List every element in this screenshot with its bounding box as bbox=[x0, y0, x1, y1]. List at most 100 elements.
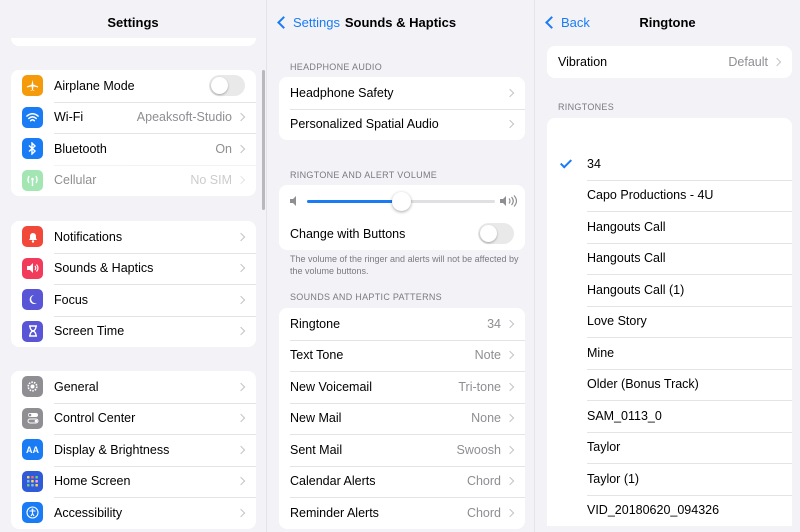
chevron-right-icon bbox=[505, 351, 515, 360]
ringtones-list: 34 Capo Productions - 4U Hangouts Call Hang… bbox=[547, 148, 792, 526]
pattern-row-new-voicemail[interactable]: New Voicemail Tri-tone bbox=[279, 371, 525, 403]
speaker-low-icon bbox=[290, 196, 296, 206]
ringtone-item[interactable]: Hangouts Call (1) bbox=[547, 274, 792, 306]
chevron-right-icon bbox=[236, 232, 246, 241]
ringtone-item[interactable]: Love Story bbox=[547, 305, 792, 338]
chevron-right-icon bbox=[236, 113, 246, 122]
ringtone-item[interactable]: Taylor bbox=[547, 431, 792, 464]
pattern-label: Ringtone bbox=[290, 316, 341, 331]
settings-row-label: Cellular bbox=[54, 173, 97, 188]
settings-row-label: Accessibility bbox=[54, 505, 123, 520]
pattern-label: Calendar Alerts bbox=[290, 474, 376, 489]
settings-row-display-and-brightness[interactable]: AA Display & Brightness bbox=[11, 434, 256, 466]
settings-row-label: Sounds & Haptics bbox=[54, 261, 154, 276]
chevron-right-icon bbox=[236, 382, 246, 391]
ringtone-item[interactable]: Older (Bonus Track) bbox=[547, 368, 792, 401]
volume-slider[interactable] bbox=[307, 192, 495, 211]
settings-row-label: Home Screen bbox=[54, 474, 131, 489]
settings-row-label: Notifications bbox=[54, 229, 123, 244]
settings-row-notifications[interactable]: Notifications bbox=[11, 221, 256, 253]
pattern-row-reminder-alerts[interactable]: Reminder Alerts Chord bbox=[279, 497, 525, 529]
pattern-label: Sent Mail bbox=[290, 442, 343, 457]
change-with-buttons-toggle[interactable] bbox=[478, 223, 514, 245]
volume-slider-row bbox=[279, 185, 525, 218]
pattern-row-calendar-alerts[interactable]: Calendar Alerts Chord bbox=[279, 465, 525, 498]
settings-row-label: Bluetooth bbox=[54, 141, 107, 156]
ringtone-item-label: 34 bbox=[587, 156, 601, 171]
vibration-group: Vibration Default bbox=[547, 46, 792, 78]
settings-row-label: General bbox=[54, 379, 99, 394]
ringtone-item[interactable]: Taylor (1) bbox=[547, 463, 792, 495]
settings-row-label: Wi-Fi bbox=[54, 110, 84, 125]
pattern-label: New Mail bbox=[290, 411, 342, 426]
back-button[interactable]: Back bbox=[541, 0, 590, 44]
settings-row-general[interactable]: General bbox=[11, 371, 256, 403]
volume-slider-fill bbox=[307, 200, 401, 203]
pattern-row-ringtone[interactable]: Ringtone 34 bbox=[279, 308, 525, 340]
connectivity-group: Airplane Mode Wi-Fi Apeaksoft-Studio Blueto… bbox=[11, 70, 256, 196]
speaker-high-icon bbox=[500, 195, 517, 207]
settings-top-group-edge bbox=[11, 38, 256, 46]
ringtones-top-spacer bbox=[547, 118, 792, 148]
settings-row-bluetooth[interactable]: Bluetooth On bbox=[11, 133, 256, 165]
settings-row-value: Apeaksoft-Studio bbox=[136, 110, 232, 125]
ringtone-item[interactable]: Mine bbox=[547, 337, 792, 369]
ringtone-item-label: Older (Bonus Track) bbox=[587, 377, 699, 392]
ringtone-item-label: Taylor bbox=[587, 440, 621, 455]
chevron-right-icon bbox=[236, 264, 246, 273]
settings-row-value: On bbox=[215, 141, 232, 156]
chevron-right-icon bbox=[505, 382, 515, 391]
vibration-row[interactable]: Vibration Default bbox=[547, 46, 792, 78]
settings-row-control-center[interactable]: Control Center bbox=[11, 402, 256, 435]
airplane-icon bbox=[22, 75, 43, 97]
sounds-pane: Settings Sounds & Haptics HEADPHONE AUDI… bbox=[266, 0, 534, 532]
ringtone-title: Ringtone bbox=[639, 14, 696, 30]
volume-footnote: The volume of the ringer and alerts will… bbox=[290, 254, 519, 276]
pattern-value: None bbox=[471, 411, 501, 426]
pattern-label: New Voicemail bbox=[290, 379, 372, 394]
switches-icon bbox=[22, 407, 43, 429]
settings-row-sounds-and-haptics[interactable]: Sounds & Haptics bbox=[11, 252, 256, 285]
settings-row-cellular[interactable]: Cellular No SIM bbox=[11, 164, 256, 197]
patterns-group: Ringtone 34 Text Tone Note New Voicemail Tri-… bbox=[279, 308, 525, 529]
chevron-right-icon bbox=[505, 477, 515, 486]
pattern-value: Chord bbox=[466, 474, 501, 489]
pattern-value: Chord bbox=[466, 505, 501, 520]
ringtone-item-label: Hangouts Call bbox=[587, 219, 666, 234]
ringtone-item[interactable]: Hangouts Call bbox=[547, 242, 792, 275]
chevron-right-icon bbox=[505, 414, 515, 423]
sounds-row-headphone-safety[interactable]: Headphone Safety bbox=[279, 77, 525, 109]
sounds-title: Sounds & Haptics bbox=[344, 14, 457, 30]
chevron-right-icon bbox=[236, 144, 246, 153]
accessibility-icon bbox=[22, 502, 43, 524]
ringtone-item[interactable]: Hangouts Call bbox=[547, 211, 792, 243]
ringtone-item[interactable]: SAM_0113_0 bbox=[547, 400, 792, 432]
sounds-row-personalized-spatial-audio[interactable]: Personalized Spatial Audio bbox=[279, 108, 525, 141]
volume-slider-thumb[interactable] bbox=[392, 192, 411, 211]
ringtone-item-label: Hangouts Call bbox=[587, 251, 666, 266]
settings-title: Settings bbox=[107, 14, 159, 30]
chevron-right-icon bbox=[236, 414, 246, 423]
settings-row-screen-time[interactable]: Screen Time bbox=[11, 315, 256, 348]
chevron-left-icon bbox=[545, 15, 558, 29]
settings-row-wi-fi[interactable]: Wi-Fi Apeaksoft-Studio bbox=[11, 101, 256, 134]
settings-row-airplane-mode[interactable]: Airplane Mode bbox=[11, 70, 256, 102]
pattern-row-sent-mail[interactable]: Sent Mail Swoosh bbox=[279, 434, 525, 466]
back-to-settings-button[interactable]: Settings bbox=[273, 0, 340, 44]
chevron-right-icon bbox=[505, 88, 515, 97]
airplane-mode-toggle[interactable] bbox=[209, 75, 245, 97]
pattern-value: Tri-tone bbox=[458, 379, 501, 394]
pattern-row-text-tone[interactable]: Text Tone Note bbox=[279, 339, 525, 372]
speaker-icon bbox=[22, 257, 43, 279]
pattern-row-new-mail[interactable]: New Mail None bbox=[279, 402, 525, 435]
ringtone-item[interactable]: Capo Productions - 4U bbox=[547, 179, 792, 212]
sounds-row-label: Personalized Spatial Audio bbox=[290, 117, 439, 132]
settings-row-focus[interactable]: Focus bbox=[11, 284, 256, 316]
change-with-buttons-row: Change with Buttons bbox=[279, 218, 525, 250]
back-label: Settings bbox=[293, 14, 340, 30]
settings-row-home-screen[interactable]: Home Screen bbox=[11, 465, 256, 498]
ringtone-item[interactable]: 34 bbox=[547, 148, 792, 180]
ringtone-item[interactable]: VID_20180620_094326 bbox=[547, 494, 792, 527]
settings-row-accessibility[interactable]: Accessibility bbox=[11, 497, 256, 529]
settings-scrollbar[interactable] bbox=[262, 70, 265, 210]
